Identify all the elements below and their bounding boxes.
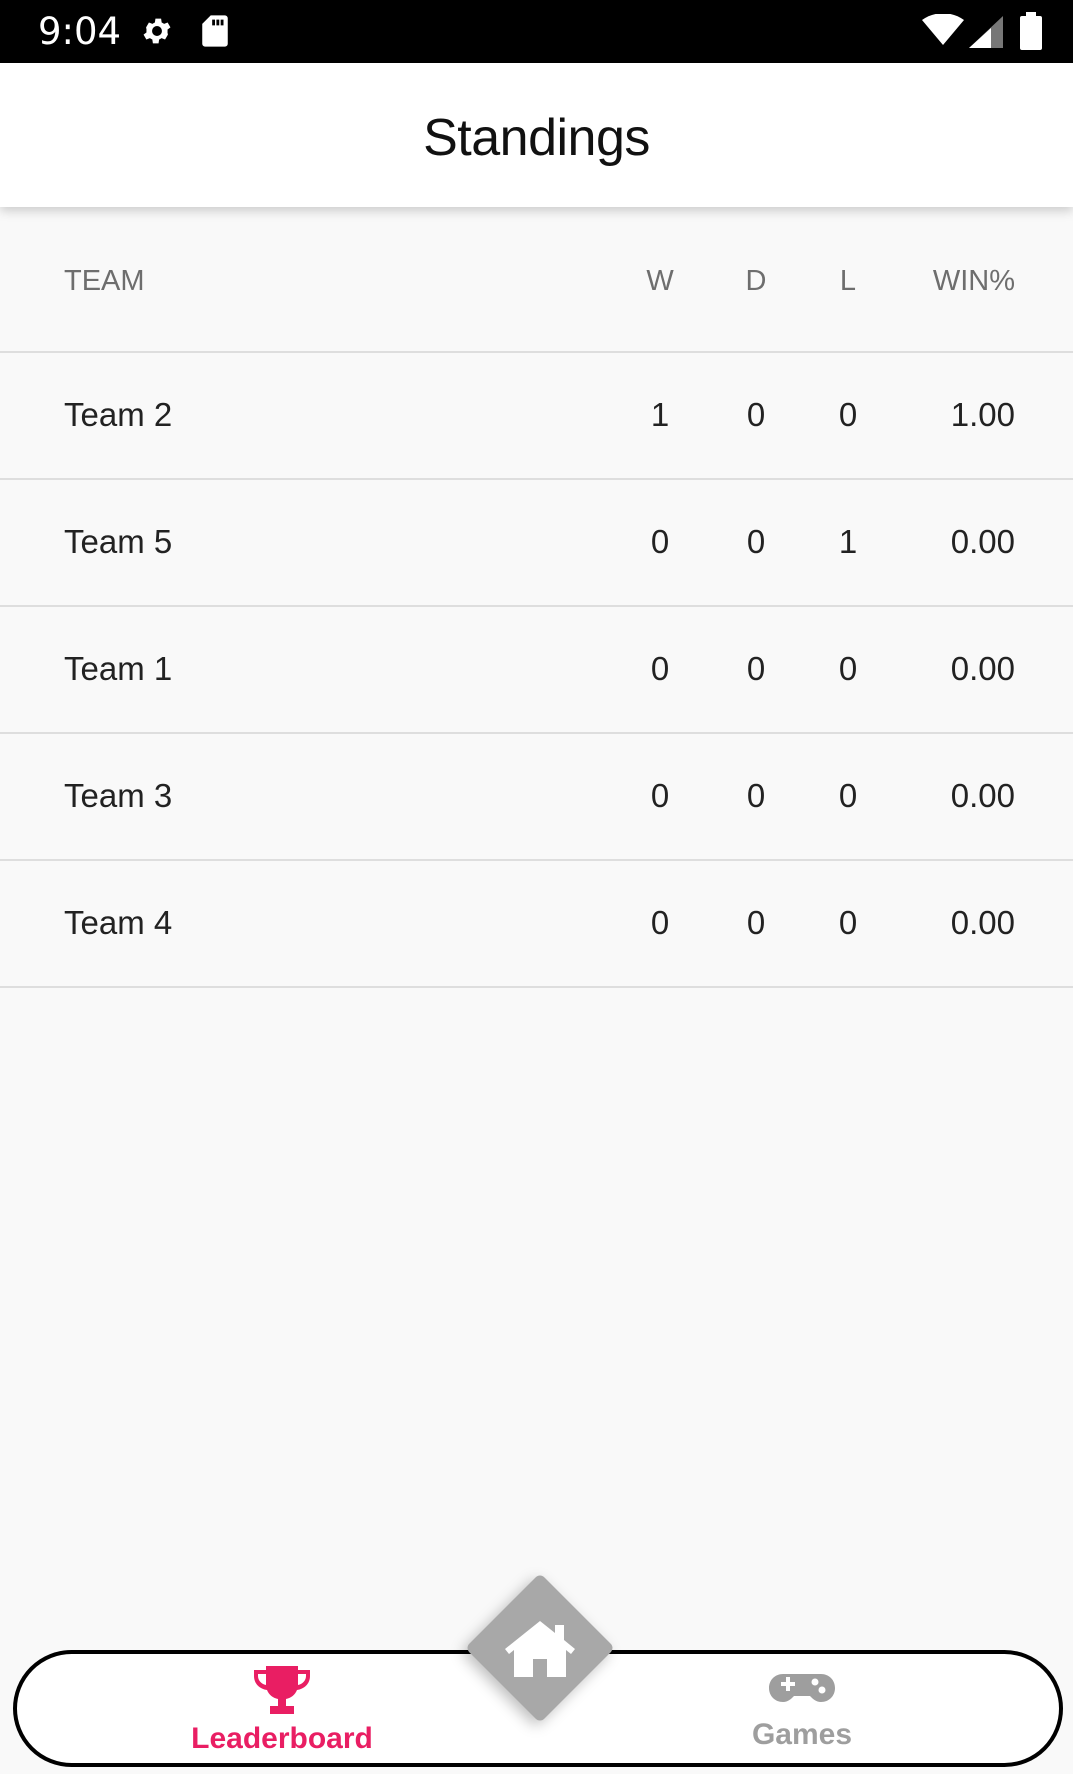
header-losses: L: [839, 265, 857, 297]
table-header: TEAM W D L WIN%: [0, 207, 1073, 353]
table-row[interactable]: Team 5 0 0 1 0.00: [0, 480, 1073, 607]
draws: 0: [746, 396, 766, 433]
draws: 0: [746, 523, 766, 560]
gamepad-icon: [769, 1674, 835, 1714]
table-row[interactable]: Team 2 1 0 0 1.00: [0, 353, 1073, 480]
team-name: Team 4: [64, 904, 173, 941]
gear-icon: [140, 14, 174, 53]
signal-icon: [969, 16, 1003, 53]
team-name: Team 2: [64, 396, 173, 433]
sd-card-icon: [200, 14, 230, 53]
losses: 0: [838, 777, 858, 814]
losses: 0: [838, 904, 858, 941]
losses: 0: [838, 650, 858, 687]
team-name: Team 3: [64, 777, 173, 814]
nav-games-label: Games: [751, 1718, 853, 1751]
table-row[interactable]: Team 1 0 0 0 0.00: [0, 607, 1073, 734]
nav-games[interactable]: Games: [672, 1666, 932, 1753]
wins: 0: [650, 523, 670, 560]
battery-icon: [1020, 12, 1042, 55]
header-win-pct: WIN%: [932, 265, 1015, 297]
losses: 1: [838, 523, 858, 560]
team-name: Team 5: [64, 523, 173, 560]
wins: 1: [650, 396, 670, 433]
nav-leaderboard[interactable]: Leaderboard: [152, 1666, 412, 1757]
win-pct: 0.00: [950, 904, 1015, 941]
team-name: Team 1: [64, 650, 173, 687]
win-pct: 0.00: [950, 523, 1015, 560]
home-icon: [503, 1619, 577, 1684]
wins: 0: [650, 904, 670, 941]
losses: 0: [838, 396, 858, 433]
table-row[interactable]: Team 4 0 0 0 0.00: [0, 861, 1073, 988]
win-pct: 1.00: [950, 396, 1015, 433]
nav-leaderboard-label: Leaderboard: [191, 1722, 373, 1755]
page-title: Standings: [423, 109, 650, 167]
header-team: TEAM: [64, 265, 145, 297]
status-bar: 9:04: [0, 0, 1073, 63]
win-pct: 0.00: [950, 777, 1015, 814]
standings-table: TEAM W D L WIN% Team 2 1 0 0 1.00 Team 5…: [0, 207, 1073, 988]
header-draws: D: [745, 265, 767, 297]
draws: 0: [746, 904, 766, 941]
wins: 0: [650, 650, 670, 687]
trophy-icon: [252, 1666, 312, 1718]
wifi-icon: [922, 13, 964, 51]
table-row[interactable]: Team 3 0 0 0 0.00: [0, 734, 1073, 861]
draws: 0: [746, 650, 766, 687]
win-pct: 0.00: [950, 650, 1015, 687]
wins: 0: [650, 777, 670, 814]
draws: 0: [746, 777, 766, 814]
header-wins: W: [646, 265, 674, 297]
status-time: 9:04: [38, 10, 122, 53]
app-bar: Standings: [0, 63, 1073, 207]
